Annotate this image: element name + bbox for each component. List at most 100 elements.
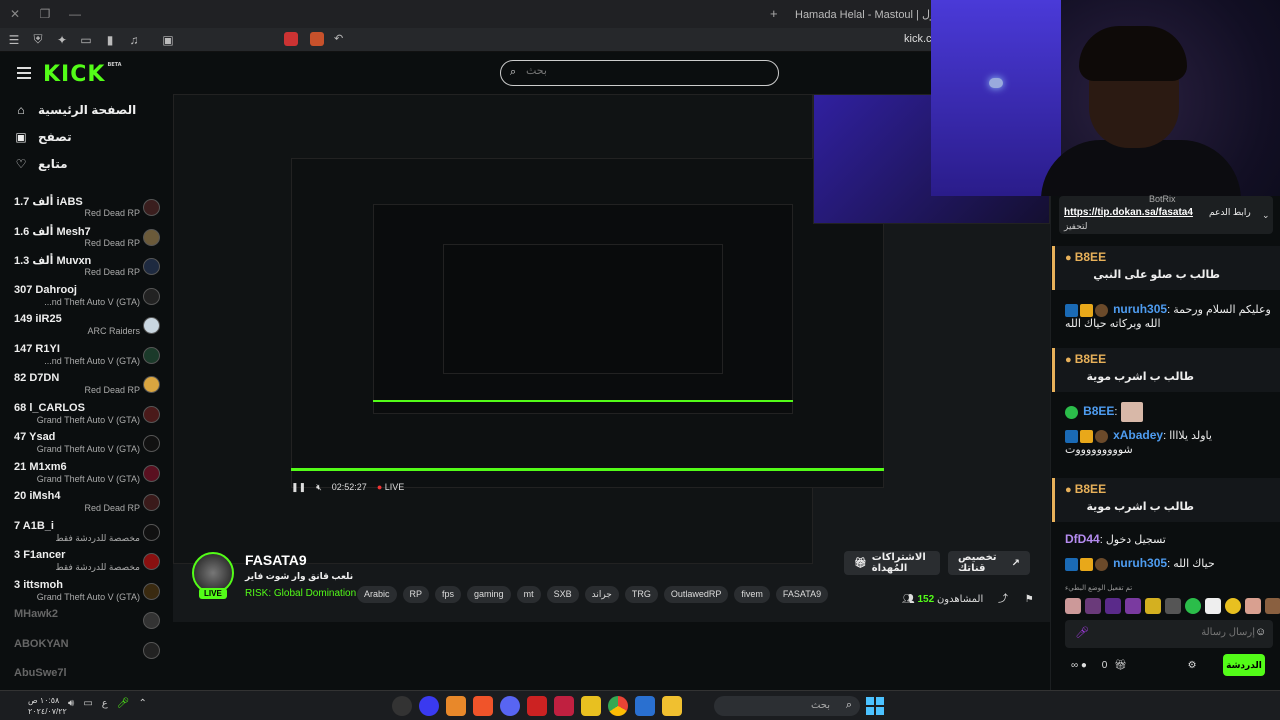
discord-icon[interactable] (500, 696, 520, 716)
chat-username[interactable]: nuruh305 (1113, 302, 1167, 316)
channel-item[interactable]: 149 iIR25 ARC Raiders (0, 311, 170, 341)
shield-icon[interactable]: ⛨ (28, 30, 48, 50)
tag[interactable]: SXB (546, 586, 579, 603)
stream-category[interactable]: RISK: Global Domination (245, 588, 356, 599)
tag[interactable]: gaming (467, 586, 511, 603)
tabs-icon[interactable]: ▣ (158, 30, 178, 50)
new-tab-button[interactable]: + (770, 6, 778, 21)
infinity-icon[interactable]: ∞ (1071, 660, 1078, 671)
taskbar-search[interactable]: بحث ⌕ (714, 696, 860, 716)
chat-username[interactable]: B8EE (1075, 482, 1106, 496)
emote-icon[interactable] (1185, 598, 1201, 614)
channel-item[interactable]: 82 D7DN Red Dead RP (0, 370, 170, 400)
explorer-icon[interactable] (662, 696, 682, 716)
emote-icon[interactable] (1165, 598, 1181, 614)
emote-icon[interactable] (1105, 598, 1121, 614)
taskbar-clock[interactable]: ١٠:٥٨ ص ٢٠٢٤/٠٧/٢٢ (28, 695, 67, 717)
channel-item[interactable]: 21 M1xm6 Grand Theft Auto V (GTA) (0, 459, 170, 489)
gear-icon[interactable]: ⚙ (1188, 660, 1197, 671)
chat-username[interactable]: B8EE (1083, 404, 1114, 418)
music-icon[interactable]: ♫ (124, 30, 144, 50)
chat-input-box[interactable]: 🎤︎ ☺ (1065, 620, 1273, 648)
brave-icon[interactable] (473, 696, 493, 716)
channel-item[interactable]: 68 l_CARLOS Grand Theft Auto V (GTA) (0, 400, 170, 430)
nav-home[interactable]: ⌂ الصفحة الرئيسية (0, 96, 170, 123)
pinned-link[interactable]: https://tip.dokan.sa/fasata4 (1064, 207, 1193, 218)
network-icon[interactable]: ▭ (83, 698, 92, 709)
streamer-name[interactable]: FASATA9 (245, 552, 307, 568)
tag[interactable]: TRG (624, 586, 658, 603)
mic-icon[interactable]: 🎤︎ (1075, 626, 1089, 639)
volume-icon[interactable]: 🔇︎ (316, 482, 322, 493)
channel-item[interactable]: 1.6 ألف Mesh7 Red Dead RP (0, 223, 170, 253)
sidebar-icon[interactable]: ▮ (100, 30, 120, 50)
puzzle-icon[interactable]: ✦ (52, 30, 72, 50)
app-icon[interactable] (581, 696, 601, 716)
nav-following[interactable]: ♡ متابع (0, 150, 170, 177)
tag[interactable]: Arabic (357, 586, 397, 603)
back-icon[interactable]: ↶ (334, 32, 348, 46)
store-icon[interactable] (635, 696, 655, 716)
nav-browse[interactable]: ▣ تصفح (0, 123, 170, 150)
extension-icon[interactable] (284, 32, 298, 46)
app-icon[interactable] (446, 696, 466, 716)
emote-icon[interactable] (1065, 598, 1081, 614)
obs-icon[interactable] (392, 696, 412, 716)
video-player[interactable]: ❚❚ 🔇︎ 02:52:27 ● LIVE (173, 94, 1050, 622)
tag[interactable]: fps (435, 586, 462, 603)
chat-username[interactable]: B8EE (1075, 352, 1106, 366)
emote-icon[interactable] (1265, 598, 1280, 614)
window-restore-icon[interactable]: ❐ (30, 7, 60, 21)
channel-item[interactable]: 7 A1B_i مخصصة للدردشة فقط (0, 518, 170, 548)
share-icon[interactable]: ⤴ (998, 594, 1008, 605)
lang-indicator[interactable]: ع (102, 698, 108, 709)
emote-icon[interactable] (1245, 598, 1261, 614)
channel-item[interactable]: ABOKYAN (0, 636, 170, 666)
report-icon[interactable]: ⚑ (1025, 594, 1034, 605)
emote-icon[interactable] (1125, 598, 1141, 614)
speaker-icon[interactable]: 🔊︎ (68, 698, 74, 709)
chrome-icon[interactable] (608, 696, 628, 716)
channel-item[interactable]: 307 Dahrooj ...nd Theft Auto V (GTA) (0, 282, 170, 312)
tag[interactable]: RP (402, 586, 430, 603)
tag[interactable]: جراند (584, 586, 619, 603)
chat-input[interactable] (1095, 627, 1255, 638)
channel-item[interactable]: MHawk2 (0, 606, 170, 636)
channel-item[interactable]: 1.7 ألف iABS Red Dead RP (0, 193, 170, 223)
hamburger-icon[interactable] (17, 67, 31, 79)
tag[interactable]: OutlawedRP (663, 586, 729, 603)
start-icon[interactable] (866, 697, 884, 715)
channel-item[interactable]: 147 R1YI ...nd Theft Auto V (GTA) (0, 341, 170, 371)
emote-icon[interactable] (1205, 598, 1221, 614)
gift-icon[interactable]: 🎁︎ (1114, 660, 1127, 671)
emote-icon[interactable] (1085, 598, 1101, 614)
window-minimize-icon[interactable]: — (60, 7, 90, 21)
extension-icon[interactable] (310, 32, 324, 46)
channel-item[interactable]: 47 Ysad Grand Theft Auto V (GTA) (0, 429, 170, 459)
menu-icon[interactable]: ☰ (4, 30, 24, 50)
channel-item[interactable]: 3 F1ancer مخصصة للدردشة فقط (0, 547, 170, 577)
channel-item[interactable]: 1.3 ألف Muvxn Red Dead RP (0, 252, 170, 282)
tag[interactable]: mt (516, 586, 541, 603)
chat-username[interactable]: B8EE (1075, 250, 1106, 264)
kick-logo[interactable]: KICK BETA (43, 62, 122, 87)
search-input[interactable] (526, 65, 766, 77)
emoji-icon[interactable]: ☺ (1255, 626, 1266, 638)
tag[interactable]: fivem (734, 586, 770, 603)
cortana-icon[interactable] (419, 696, 439, 716)
tag[interactable]: FASATA9 (775, 586, 829, 603)
window-close-icon[interactable]: ✕ (0, 7, 30, 21)
emote-icon[interactable] (1145, 598, 1161, 614)
chat-username[interactable]: DfD44 (1065, 532, 1100, 546)
emote-icon[interactable] (1225, 598, 1241, 614)
channel-item[interactable]: 3 ittsmoh Grand Theft Auto V (GTA) (0, 577, 170, 607)
channel-item[interactable]: 20 iMsh4 Red Dead RP (0, 488, 170, 518)
chevron-up-icon[interactable]: ⌃ (138, 698, 146, 709)
mic-icon[interactable]: 🎤︎ (117, 698, 130, 709)
send-button[interactable]: الدردشة (1223, 654, 1265, 676)
pause-icon[interactable]: ❚❚ (291, 482, 306, 493)
customize-channel-button[interactable]: تخصيص قناتك ↗ (948, 551, 1030, 575)
gifted-subs-button[interactable]: 🎁︎ الاشتراكات المُهداة (844, 551, 940, 575)
folder-icon[interactable]: ▭ (76, 30, 96, 50)
app-icon[interactable] (527, 696, 547, 716)
